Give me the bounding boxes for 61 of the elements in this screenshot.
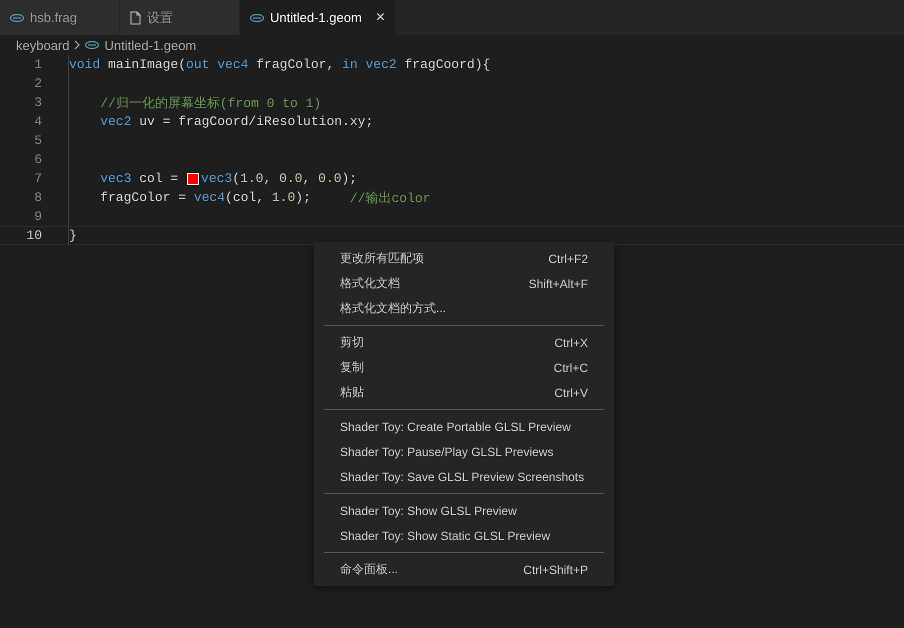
menu-item-label: Shader Toy: Create Portable GLSL Preview: [340, 420, 571, 434]
line-number: 8: [33, 190, 42, 205]
menu-item[interactable]: 粘贴 Ctrl+V: [314, 380, 614, 405]
menu-item[interactable]: 更改所有匹配项 Ctrl+F2: [314, 246, 614, 271]
code-line: vec3 col = vec3(1.0, 0.0, 0.0);: [68, 169, 358, 188]
code-line: vec2 uv = fragCoord/iResolution.xy;: [68, 112, 374, 131]
keyboard-shortcut: Ctrl+Shift+P: [523, 562, 588, 576]
menu-item-label: 复制: [340, 359, 364, 376]
file-type-icon: [85, 41, 100, 49]
menu-item-label: Shader Toy: Show GLSL Preview: [340, 504, 517, 518]
tab-label: hsb.frag: [30, 10, 77, 25]
keyboard-shortcut: Shift+Alt+F: [528, 276, 588, 290]
line-number: 1: [33, 57, 42, 72]
menu-item[interactable]: Shader Toy: Show Static GLSL Preview: [314, 523, 614, 548]
menu-item[interactable]: 格式化文档的方式...: [314, 296, 614, 321]
line-number: 6: [33, 152, 42, 167]
line-number: 4: [33, 114, 42, 129]
breadcrumb-item[interactable]: keyboard: [16, 38, 70, 52]
file-type-icon: [10, 14, 24, 22]
menu-item-label: 格式化文档的方式...: [340, 300, 446, 317]
file-icon: [130, 10, 141, 24]
menu-item[interactable]: 命令面板... Ctrl+Shift+P: [314, 557, 614, 582]
tab-label: 设置: [147, 8, 173, 26]
line-number: 10: [25, 228, 42, 243]
keyboard-shortcut: Ctrl+C: [554, 360, 588, 374]
keyboard-shortcut: Ctrl+F2: [548, 252, 588, 266]
tab-label: Untitled-1.geom: [270, 10, 362, 25]
code-line: //归一化的屏幕坐标(from 0 to 1): [68, 93, 322, 112]
menu-item[interactable]: 复制 Ctrl+C: [314, 355, 614, 380]
line-number: 9: [33, 209, 42, 224]
editor-tab[interactable]: 设置: [120, 0, 240, 35]
line-number: 7: [33, 171, 42, 186]
menu-item-label: Shader Toy: Save GLSL Preview Screenshots: [340, 470, 584, 484]
code-line: fragColor = vec4(col, 1.0); //输出color: [68, 188, 430, 207]
breadcrumb-item[interactable]: Untitled-1.geom: [104, 38, 196, 52]
code-line: }: [68, 226, 77, 245]
menu-item-label: 剪切: [340, 334, 364, 351]
editor-tab[interactable]: Untitled-1.geom ×: [240, 0, 396, 35]
menu-item[interactable]: Shader Toy: Create Portable GLSL Preview: [314, 414, 614, 439]
editor-tab[interactable]: hsb.frag: [0, 0, 120, 35]
menu-item[interactable]: Shader Toy: Pause/Play GLSL Previews: [314, 439, 614, 464]
menu-item-label: 更改所有匹配项: [340, 250, 424, 267]
color-swatch[interactable]: [187, 172, 200, 184]
chevron-right-icon: [74, 40, 80, 50]
menu-item[interactable]: Shader Toy: Save GLSL Preview Screenshots: [314, 464, 614, 489]
line-number: 5: [33, 133, 42, 148]
menu-item-label: Shader Toy: Pause/Play GLSL Previews: [340, 444, 554, 458]
file-type-icon: [250, 14, 264, 22]
keyboard-shortcut: Ctrl+X: [554, 336, 588, 350]
menu-item[interactable]: 剪切 Ctrl+X: [314, 330, 614, 355]
menu-item-label: 格式化文档: [340, 275, 400, 292]
menu-item-label: Shader Toy: Show Static GLSL Preview: [340, 528, 550, 542]
menu-item-label: 命令面板...: [340, 561, 398, 578]
code-line: void mainImage(out vec4 fragColor, in vec2 fragCoord){: [68, 55, 490, 74]
close-icon[interactable]: ×: [376, 8, 386, 26]
line-number: 2: [33, 76, 42, 91]
menu-item-label: 粘贴: [340, 384, 364, 401]
menu-item[interactable]: 格式化文档 Shift+Alt+F: [314, 271, 614, 296]
keyboard-shortcut: Ctrl+V: [554, 386, 588, 400]
menu-item[interactable]: Shader Toy: Show GLSL Preview: [314, 498, 614, 523]
line-number: 3: [33, 95, 42, 110]
